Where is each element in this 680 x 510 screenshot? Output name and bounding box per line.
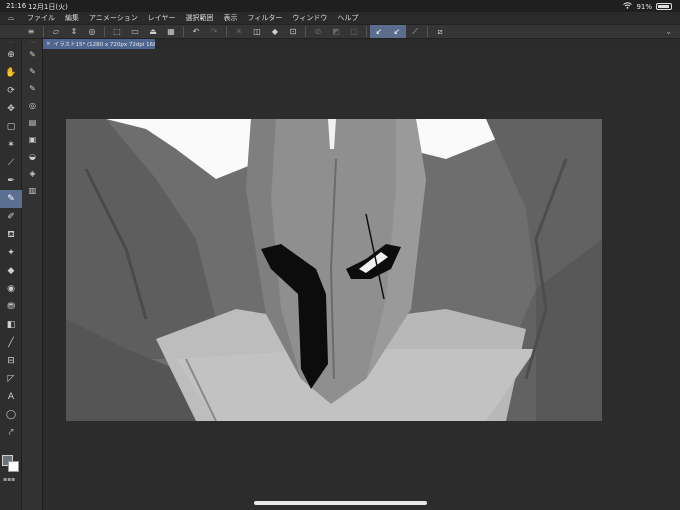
panel-icon[interactable]: ▣ [22,131,43,148]
clock: 21:16 [6,2,27,10]
menu-animation[interactable]: アニメーション [84,12,143,24]
delete-icon[interactable]: ▦ [162,25,180,38]
special-ruler-icon[interactable]: ⟋ [406,25,424,38]
color-mode-icon[interactable]: ▪▪▪ [3,476,15,483]
expand-icon[interactable]: ▢ [345,25,363,38]
zoom-icon[interactable]: ⊕ [0,46,22,64]
rotate-view-icon[interactable]: ⟳ [0,82,22,100]
text-icon[interactable]: A [0,388,22,406]
menu-file[interactable]: ファイル [22,12,60,24]
perspective-snap-icon[interactable]: ↙ [388,25,406,38]
divider [183,26,184,37]
balloon-icon[interactable]: ◯ [0,406,22,424]
canvas-area[interactable] [43,49,680,510]
fill-icon[interactable]: ◆ [266,25,284,38]
menu-view[interactable]: 表示 [219,12,243,24]
pencil-icon[interactable]: ✎ [0,190,22,208]
status-bar: 21:16 12月1日(火) 91% [0,0,680,12]
tab-label: イラスト15* (1280 x 720px 72dpi 168.2%) [53,42,155,48]
battery-icon [656,3,672,10]
fill-icon[interactable]: ⛃ [0,298,22,316]
deselect-icon[interactable]: ⊘ [309,25,327,38]
magic-wand-icon[interactable]: ✶ [0,136,22,154]
wifi-icon [623,2,633,11]
select-icon[interactable]: ▢ [0,118,22,136]
pen-subtool-3-icon[interactable]: ✎ [22,80,43,97]
artwork-canvas[interactable] [66,119,602,421]
pen-subtool-1-icon[interactable]: ✎ [22,46,43,63]
divider [427,26,428,37]
eyedropper-icon[interactable]: ⟋ [0,154,22,172]
palette-handle[interactable]: ⋯ [22,39,43,46]
palette-handle[interactable]: ⋯ [0,39,22,46]
tab-document[interactable]: × イラスト15* (1280 x 720px 72dpi 168.2%) [43,39,155,49]
menu-layer[interactable]: レイヤー [143,12,181,24]
home-indicator[interactable] [254,501,427,505]
battery-percent: 91% [636,2,652,11]
history-icon[interactable]: ▥ [22,182,43,199]
menu-selection[interactable]: 選択範囲 [181,12,219,24]
app-logo-icon[interactable]: ⌓ [0,12,22,24]
blend-icon[interactable]: ◉ [0,280,22,298]
pen-icon[interactable]: ✒ [0,172,22,190]
save-icon[interactable]: ⇕ [65,25,83,38]
menu-bar: ⌓ ファイル 編集 アニメーション レイヤー 選択範囲 表示 フィルター ウィン… [0,12,680,24]
ruler-snap-icon[interactable]: ↙ [370,25,388,38]
divider [104,26,105,37]
pen-subtool-2-icon[interactable]: ✎ [22,63,43,80]
hand-icon[interactable]: ✋ [0,64,22,82]
circle-icon[interactable]: ◎ [22,97,43,114]
divider [226,26,227,37]
transform-icon[interactable]: ⊡ [284,25,302,38]
redo-icon[interactable]: ↷ [205,25,223,38]
figure-icon[interactable]: ╱ [0,334,22,352]
invert-icon[interactable]: ◩ [327,25,345,38]
divider [366,26,367,37]
chevron-down-icon[interactable]: ⌄ [665,27,672,36]
menu-window[interactable]: ウィンドウ [287,12,332,24]
decoration-icon[interactable]: ✦ [0,244,22,262]
material-icon[interactable]: ◈ [22,165,43,182]
subtool-palette: ⋯ ✎ ✎ ✎ ◎ ▤ ▣ ◒ ◈ ▥ [22,39,43,510]
document-tabs: × イラスト15* (1280 x 720px 72dpi 168.2%) [43,39,680,49]
gradient-icon[interactable]: ◧ [0,316,22,334]
move-icon[interactable]: ✥ [0,100,22,118]
ruler-icon[interactable]: ◸ [0,370,22,388]
export-icon[interactable]: ◎ [83,25,101,38]
menu-help[interactable]: ヘルプ [332,12,363,24]
menu-filter[interactable]: フィルター [243,12,288,24]
close-icon[interactable]: × [46,41,51,47]
status-right: 91% [623,2,672,11]
undo-icon[interactable]: ↶ [187,25,205,38]
clip-icon[interactable]: ⬚ [108,25,126,38]
menu-icon[interactable]: ≡ [22,25,40,38]
command-bar: ≡ ▱ ⇕ ◎ ⬚ ▭ ⏏ ▦ ↶ ↷ ✳ ◫ ◆ ⊡ ⊘ ◩ ▢ ↙ ↙ ⟋ … [0,24,680,39]
layer-icon[interactable]: ▤ [22,114,43,131]
frame-icon[interactable]: ⊟ [0,352,22,370]
clear-icon[interactable]: ◫ [248,25,266,38]
open-icon[interactable]: ▭ [126,25,144,38]
new-file-icon[interactable]: ▱ [47,25,65,38]
print-icon[interactable]: ⏏ [144,25,162,38]
brush-icon[interactable]: ✐ [0,208,22,226]
palette-icon[interactable]: ◒ [22,148,43,165]
menu-edit[interactable]: 編集 [60,12,84,24]
divider [305,26,306,37]
divider [43,26,44,37]
eraser-icon[interactable]: ◆ [0,262,22,280]
correct-line-icon[interactable]: ⤤ [0,424,22,442]
rotate-icon[interactable]: ✳ [230,25,248,38]
app-window: 21:16 12月1日(火) 91% ⌓ ファイル 編集 アニメーション レイヤ… [0,0,680,510]
airbrush-icon[interactable]: ⛾ [0,226,22,244]
date: 12月1日(火) [28,3,68,11]
tool-palette: ⋯ ⊕ ✋ ⟳ ✥ ▢ ✶ ⟋ ✒ ✎ ✐ ⛾ ✦ ◆ ◉ ⛃ ◧ ╱ ⊟ ◸ … [0,39,22,510]
background-color-swatch[interactable] [8,461,19,472]
edit-icon[interactable]: ⧄ [431,25,449,38]
